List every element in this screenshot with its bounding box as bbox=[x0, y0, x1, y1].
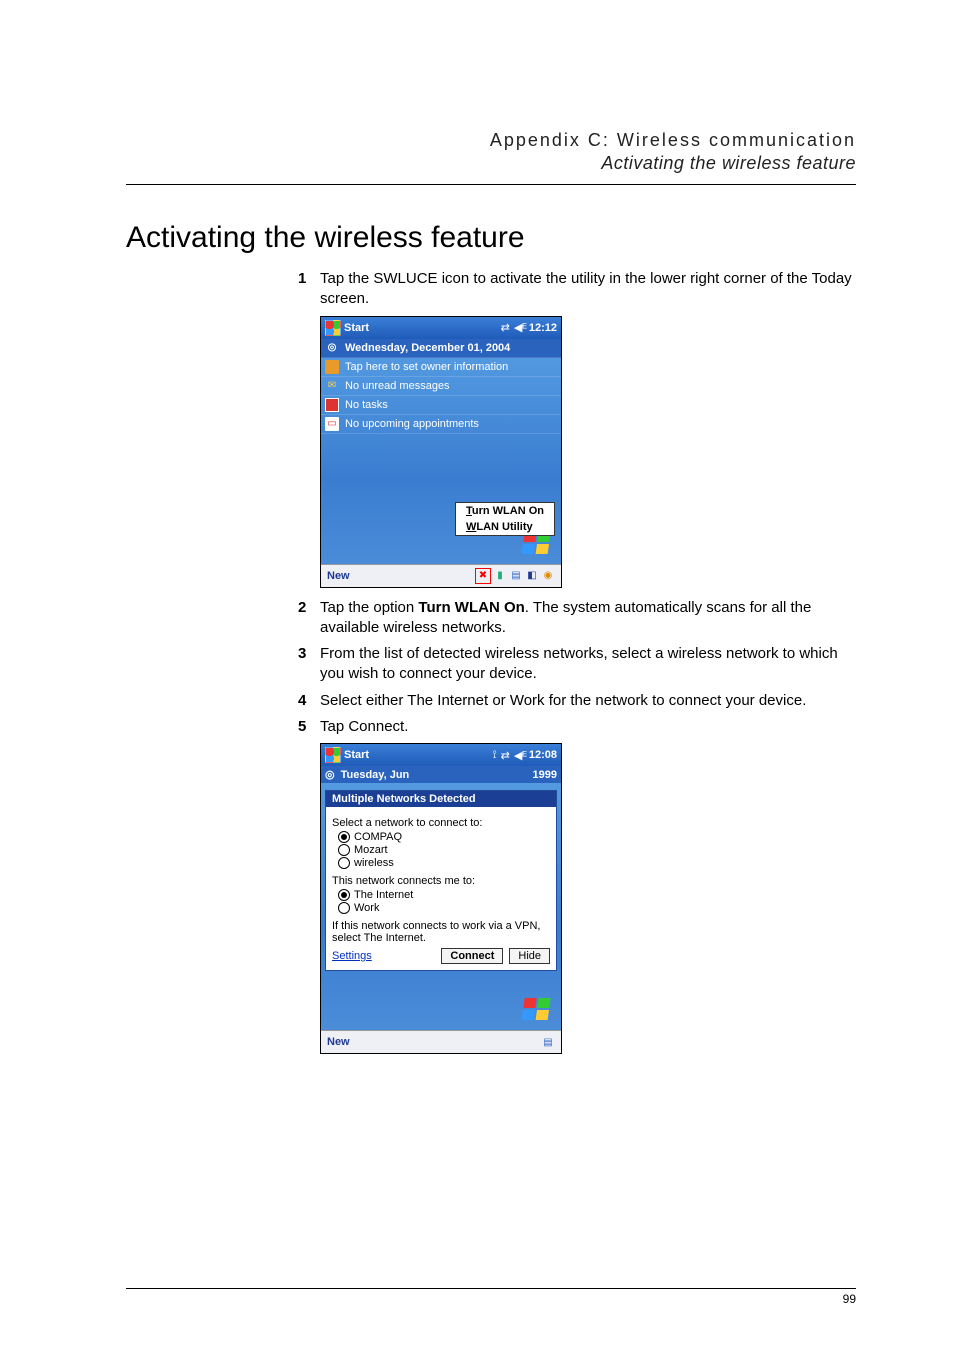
page-number: 99 bbox=[843, 1292, 856, 1306]
network-option-mozart[interactable]: Mozart bbox=[338, 844, 550, 856]
step-5: 5 Tap Connect. bbox=[298, 717, 856, 737]
radio-icon bbox=[338, 889, 350, 901]
networks-dialog: Multiple Networks Detected Select a netw… bbox=[325, 790, 557, 971]
menu-turn-wlan-on[interactable]: Turn WLAN On bbox=[456, 503, 554, 519]
date-text: Wednesday, December 01, 2004 bbox=[345, 342, 510, 354]
hide-button[interactable]: Hide bbox=[509, 948, 550, 964]
tray-signal-icon[interactable]: ▮ bbox=[493, 569, 507, 583]
network-option-wireless[interactable]: wireless bbox=[338, 857, 550, 869]
steps-list: 1 Tap the SWLUCE icon to activate the ut… bbox=[298, 269, 856, 310]
step-text: Tap Connect. bbox=[320, 717, 856, 737]
header-rule bbox=[126, 184, 856, 185]
figure-2: Start ⟟ ⇄ ◀ᴱ 12:08 ◎ Tuesday, Jun 1999 M… bbox=[320, 743, 856, 1054]
page-footer: 99 bbox=[126, 1288, 856, 1306]
today-mail-row[interactable]: ✉ No unread messages bbox=[321, 377, 561, 396]
volume-icon[interactable]: ◀ᴱ bbox=[514, 749, 527, 762]
tray-disabled-icon[interactable]: ✖ bbox=[475, 568, 491, 584]
windows-flag-icon[interactable] bbox=[325, 747, 341, 763]
document-page: Appendix C: Wireless communication Activ… bbox=[0, 0, 954, 1351]
step-text: From the list of detected wireless netwo… bbox=[320, 644, 856, 685]
select-network-prompt: Select a network to connect to: bbox=[332, 817, 550, 829]
mail-text: No unread messages bbox=[345, 380, 450, 392]
section-title: Activating the wireless feature bbox=[126, 221, 856, 255]
clock[interactable]: 12:12 bbox=[529, 322, 557, 334]
step-1: 1 Tap the SWLUCE icon to activate the ut… bbox=[298, 269, 856, 310]
title-bar[interactable]: Start ⇄ ◀ᴱ 12:12 bbox=[321, 317, 561, 339]
connectivity-icon[interactable]: ⇄ bbox=[501, 321, 510, 334]
globe-icon: ◎ bbox=[325, 341, 339, 355]
volume-icon[interactable]: ◀ᴱ bbox=[514, 321, 527, 334]
tasks-text: No tasks bbox=[345, 399, 388, 411]
dialog-title: Multiple Networks Detected bbox=[326, 791, 556, 807]
step-text: Select either The Internet or Work for t… bbox=[320, 691, 856, 711]
radio-icon bbox=[338, 844, 350, 856]
pda-network-dialog-screen: Start ⟟ ⇄ ◀ᴱ 12:08 ◎ Tuesday, Jun 1999 M… bbox=[320, 743, 562, 1054]
settings-link[interactable]: Settings bbox=[332, 950, 372, 962]
step-text: Tap the SWLUCE icon to activate the util… bbox=[320, 269, 856, 310]
radio-icon bbox=[338, 857, 350, 869]
menu-wlan-utility[interactable]: WLAN Utility bbox=[456, 519, 554, 535]
new-softkey[interactable]: New bbox=[327, 570, 350, 582]
today-date-row: ◎ Tuesday, Jun 1999 bbox=[321, 766, 561, 783]
step-text: Tap the option Turn WLAN On. The system … bbox=[320, 598, 856, 639]
step-number: 3 bbox=[298, 644, 320, 685]
globe-icon: ◎ bbox=[325, 768, 335, 781]
network-option-compaq[interactable]: COMPAQ bbox=[338, 831, 550, 843]
command-bar: New ▤ bbox=[321, 1030, 561, 1053]
figure-1: Start ⇄ ◀ᴱ 12:12 ◎ Wednesday, December 0… bbox=[320, 316, 856, 588]
vpn-note: If this network connects to work via a V… bbox=[332, 920, 550, 944]
swluce-popup-menu: Turn WLAN On WLAN Utility bbox=[455, 502, 555, 536]
step-3: 3 From the list of detected wireless net… bbox=[298, 644, 856, 685]
new-softkey[interactable]: New bbox=[327, 1036, 350, 1048]
page-header: Appendix C: Wireless communication Activ… bbox=[126, 130, 856, 174]
windows-flag-icon[interactable] bbox=[325, 320, 341, 336]
clock[interactable]: 12:08 bbox=[529, 749, 557, 761]
windows-logo-icon bbox=[521, 998, 552, 1022]
step-number: 2 bbox=[298, 598, 320, 639]
header-subtitle: Activating the wireless feature bbox=[126, 153, 856, 174]
step-2: 2 Tap the option Turn WLAN On. The syste… bbox=[298, 598, 856, 639]
today-owner-row[interactable]: Tap here to set owner information bbox=[321, 358, 561, 377]
system-tray: ✖ ▮ ▤ ◧ ◉ bbox=[475, 568, 555, 584]
step-number: 4 bbox=[298, 691, 320, 711]
antenna-icon[interactable]: ⟟ bbox=[493, 749, 497, 762]
tray-network-icon[interactable]: ▤ bbox=[541, 1035, 555, 1049]
step-number: 1 bbox=[298, 269, 320, 310]
mail-icon: ✉ bbox=[325, 379, 339, 393]
connects-to-prompt: This network connects me to: bbox=[332, 875, 550, 887]
tasks-icon bbox=[325, 398, 339, 412]
connectivity-icon[interactable]: ⇄ bbox=[501, 749, 510, 762]
start-label[interactable]: Start bbox=[344, 749, 369, 761]
today-items: ◎ Wednesday, December 01, 2004 Tap here … bbox=[321, 339, 561, 434]
owner-card-icon bbox=[325, 360, 339, 374]
step-4: 4 Select either The Internet or Work for… bbox=[298, 691, 856, 711]
tray-status-icon[interactable]: ◧ bbox=[525, 569, 539, 583]
today-tasks-row[interactable]: No tasks bbox=[321, 396, 561, 415]
date-text: Tuesday, Jun bbox=[341, 769, 410, 781]
steps-list-cont: 2 Tap the option Turn WLAN On. The syste… bbox=[298, 598, 856, 738]
dest-option-internet[interactable]: The Internet bbox=[338, 889, 550, 901]
start-label[interactable]: Start bbox=[344, 322, 369, 334]
radio-icon bbox=[338, 902, 350, 914]
today-wallpaper: Turn WLAN On WLAN Utility bbox=[321, 434, 561, 564]
title-bar[interactable]: Start ⟟ ⇄ ◀ᴱ 12:08 bbox=[321, 744, 561, 766]
owner-text: Tap here to set owner information bbox=[345, 361, 508, 373]
pda-today-screen: Start ⇄ ◀ᴱ 12:12 ◎ Wednesday, December 0… bbox=[320, 316, 562, 588]
command-bar: New ✖ ▮ ▤ ◧ ◉ bbox=[321, 564, 561, 587]
today-date-row[interactable]: ◎ Wednesday, December 01, 2004 bbox=[321, 339, 561, 358]
system-tray: ▤ bbox=[541, 1035, 555, 1049]
year-text: 1999 bbox=[533, 769, 557, 781]
calendar-text: No upcoming appointments bbox=[345, 418, 479, 430]
dest-option-work[interactable]: Work bbox=[338, 902, 550, 914]
appendix-label: Appendix C: Wireless communication bbox=[126, 130, 856, 151]
step-number: 5 bbox=[298, 717, 320, 737]
today-calendar-row[interactable]: ▭ No upcoming appointments bbox=[321, 415, 561, 434]
swluce-tray-icon[interactable]: ◉ bbox=[541, 569, 555, 583]
connect-button[interactable]: Connect bbox=[441, 948, 503, 964]
tray-network-icon[interactable]: ▤ bbox=[509, 569, 523, 583]
calendar-icon: ▭ bbox=[325, 417, 339, 431]
radio-icon bbox=[338, 831, 350, 843]
